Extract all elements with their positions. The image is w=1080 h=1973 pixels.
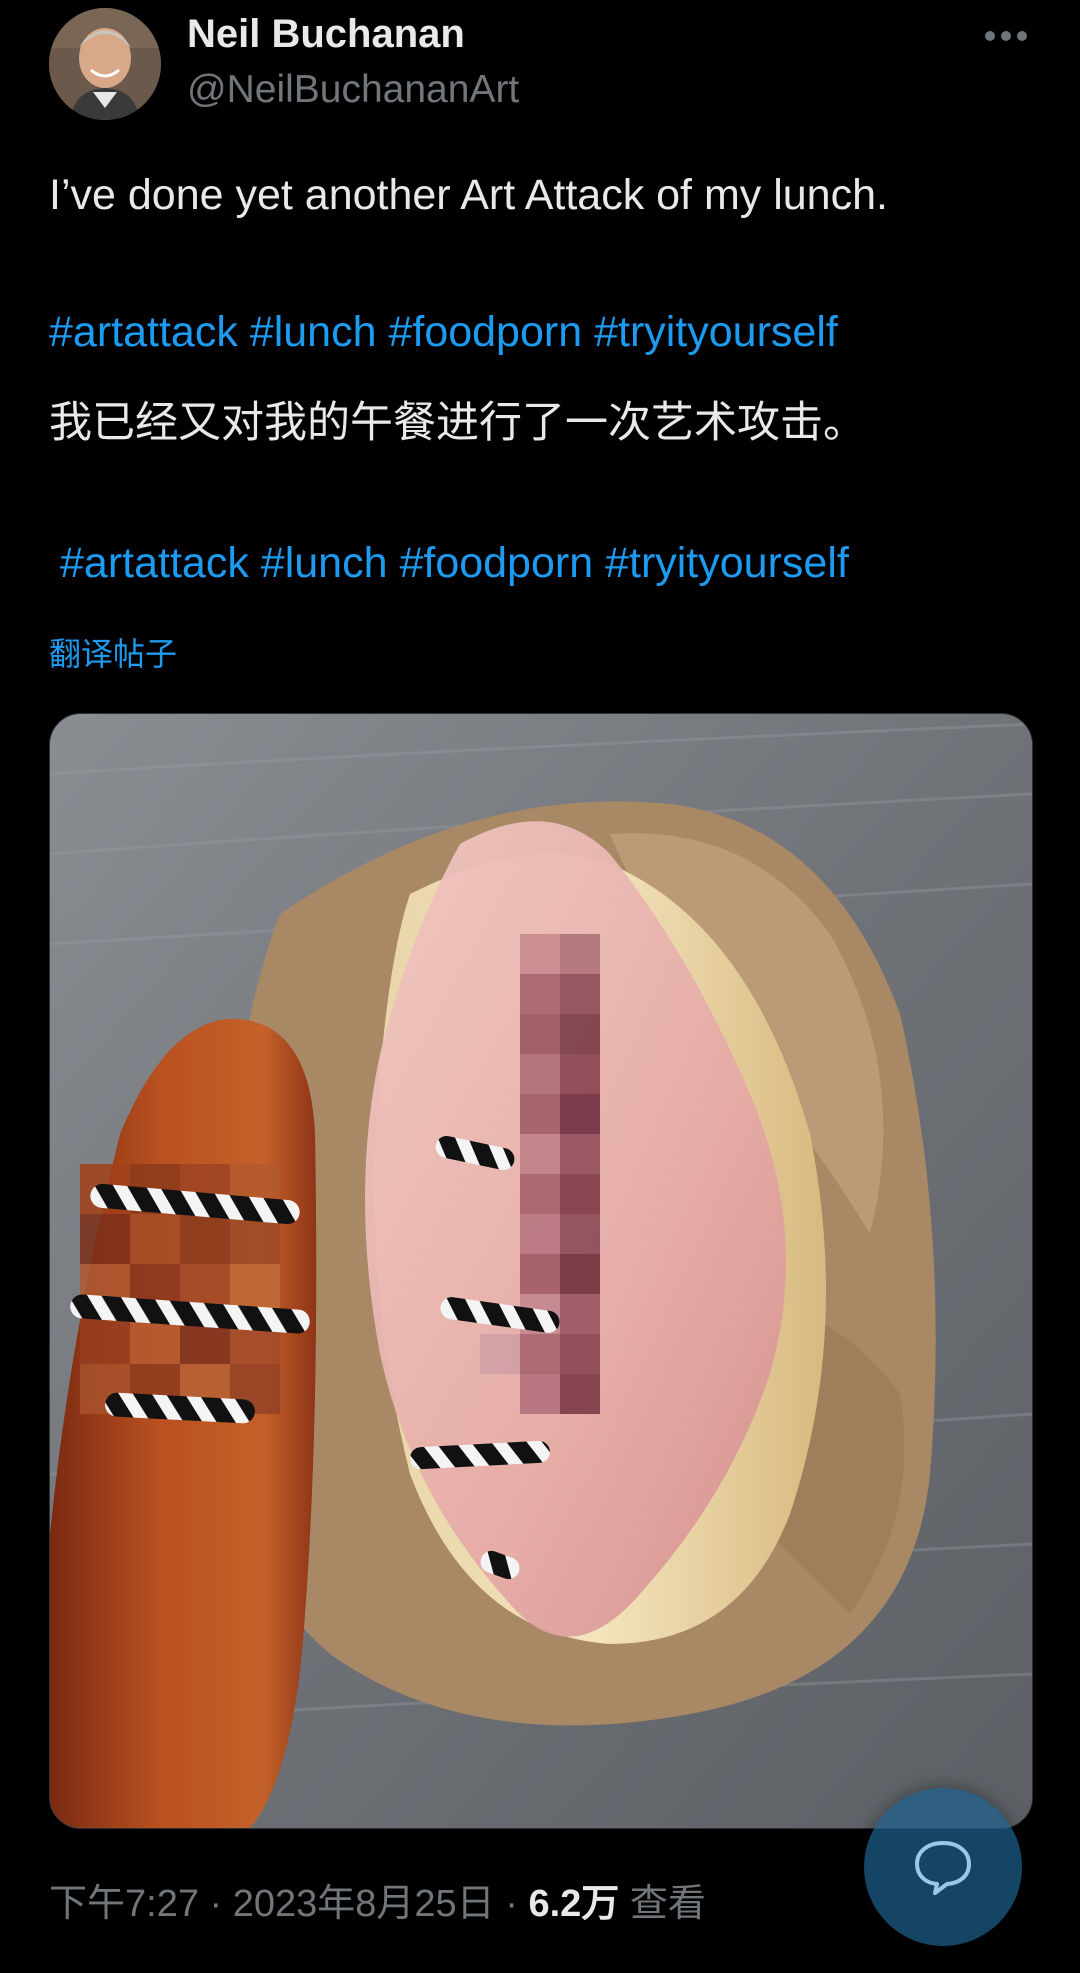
hashtags-en: #artattack #lunch #foodporn #tryityourse… [49, 304, 838, 360]
more-horizontal-icon [985, 31, 1027, 41]
meta-separator: · [209, 1883, 223, 1925]
post-meta: 下午7:27 · 2023年8月25日 · 6.2万 查看 [49, 1876, 706, 1932]
meta-separator: · [505, 1883, 518, 1925]
hashtag-link[interactable]: #tryityourself [594, 308, 838, 356]
author-handle[interactable]: @NeilBuchananArt [187, 64, 519, 116]
views-count: 6.2万 [528, 1883, 620, 1925]
hashtag-link[interactable]: #lunch [250, 308, 377, 356]
translate-post-link[interactable]: 翻译帖子 [49, 632, 177, 676]
reply-bubble-icon [915, 1841, 971, 1895]
post-text-zh: 我已经又对我的午餐进行了一次艺术攻击。 [49, 399, 866, 447]
tweet: Neil Buchanan @NeilBuchananArt I’ve done… [0, 0, 1080, 1973]
author-display-name[interactable]: Neil Buchanan [187, 8, 465, 60]
hashtag-link[interactable]: #foodporn [399, 539, 593, 587]
reply-button[interactable] [864, 1788, 1022, 1946]
author-avatar[interactable] [49, 8, 161, 120]
hashtag-link[interactable]: #tryityourself [605, 539, 849, 587]
post-media-image[interactable] [49, 713, 1033, 1829]
hashtag-link[interactable]: #artattack [49, 308, 238, 356]
lunch-art-photo [50, 714, 1032, 1828]
hashtag-link[interactable]: #foodporn [388, 308, 582, 356]
post-date[interactable]: 2023年8月25日 [233, 1883, 495, 1925]
more-button[interactable] [978, 14, 1034, 58]
hashtags-zh: #artattack #lunch #foodporn #tryityourse… [60, 535, 849, 591]
hashtag-link[interactable]: #artattack [60, 539, 249, 587]
avatar-image [49, 8, 161, 120]
post-time[interactable]: 下午7:27 [49, 1883, 199, 1925]
hashtag-link[interactable]: #lunch [261, 539, 388, 587]
post-text-en: I’ve done yet another Art Attack of my l… [49, 171, 888, 219]
views-label: 查看 [629, 1883, 706, 1925]
